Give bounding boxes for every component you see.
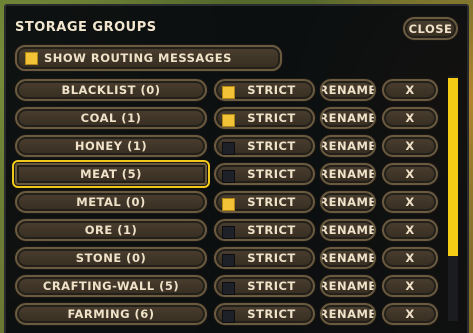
strict-checkbox[interactable] <box>222 170 235 183</box>
group-name-label: CRAFTING-WALL (5) <box>42 279 180 293</box>
strict-checkbox[interactable] <box>222 254 235 267</box>
strict-toggle[interactable]: STRICT <box>214 303 315 325</box>
strict-toggle[interactable]: STRICT <box>214 247 315 269</box>
rename-button[interactable]: RENAME <box>320 135 376 157</box>
strict-toggle[interactable]: STRICT <box>214 191 315 213</box>
routing-label: SHOW ROUTING MESSAGES <box>44 51 232 65</box>
rename-button[interactable]: RENAME <box>320 303 376 325</box>
rename-button[interactable]: RENAME <box>320 191 376 213</box>
strict-toggle[interactable]: STRICT <box>214 107 315 129</box>
strict-label: STRICT <box>247 307 296 321</box>
remove-group-button[interactable]: X <box>382 79 438 101</box>
remove-group-button[interactable]: X <box>382 107 438 129</box>
group-name-label: MEAT (5) <box>80 167 142 181</box>
show-routing-messages-toggle[interactable]: SHOW ROUTING MESSAGES <box>15 45 282 71</box>
rename-button[interactable]: RENAME <box>320 219 376 241</box>
strict-checkbox[interactable] <box>222 282 235 295</box>
group-name-label: BLACKLIST (0) <box>61 83 161 97</box>
routing-checkbox[interactable] <box>25 51 38 65</box>
strict-label: STRICT <box>247 139 296 153</box>
panel-title: STORAGE GROUPS <box>15 20 157 35</box>
strict-checkbox[interactable] <box>222 310 235 323</box>
strict-label: STRICT <box>247 111 296 125</box>
rename-button[interactable]: RENAME <box>320 79 376 101</box>
strict-toggle[interactable]: STRICT <box>214 79 315 101</box>
remove-group-button[interactable]: X <box>382 135 438 157</box>
group-name-button[interactable]: BLACKLIST (0) <box>15 79 207 101</box>
strict-checkbox[interactable] <box>222 142 235 155</box>
group-name-label: COAL (1) <box>80 111 142 125</box>
group-name-label: FARMING (6) <box>67 307 155 321</box>
remove-group-button[interactable]: X <box>382 191 438 213</box>
strict-toggle[interactable]: STRICT <box>214 135 315 157</box>
remove-group-button[interactable]: X <box>382 219 438 241</box>
rename-button[interactable]: RENAME <box>320 247 376 269</box>
strict-checkbox[interactable] <box>222 86 235 99</box>
strict-toggle[interactable]: STRICT <box>214 163 315 185</box>
group-name-label: STONE (0) <box>75 251 147 265</box>
rename-button[interactable]: RENAME <box>320 275 376 297</box>
group-name-button[interactable]: METAL (0) <box>15 191 207 213</box>
remove-group-button[interactable]: X <box>382 163 438 185</box>
group-name-label: HONEY (1) <box>74 139 148 153</box>
group-name-button[interactable]: STONE (0) <box>15 247 207 269</box>
strict-checkbox[interactable] <box>222 198 235 211</box>
strict-checkbox[interactable] <box>222 226 235 239</box>
strict-label: STRICT <box>247 251 296 265</box>
group-name-button[interactable]: HONEY (1) <box>15 135 207 157</box>
remove-group-button[interactable]: X <box>382 247 438 269</box>
strict-label: STRICT <box>247 167 296 181</box>
close-button[interactable]: CLOSE <box>403 17 458 40</box>
strict-label: STRICT <box>247 223 296 237</box>
group-name-button[interactable]: MEAT (5) <box>12 160 210 188</box>
strict-toggle[interactable]: STRICT <box>214 275 315 297</box>
rename-button[interactable]: RENAME <box>320 107 376 129</box>
group-name-button[interactable]: COAL (1) <box>15 107 207 129</box>
remove-group-button[interactable]: X <box>382 275 438 297</box>
strict-label: STRICT <box>247 279 296 293</box>
group-name-button[interactable]: CRAFTING-WALL (5) <box>15 275 207 297</box>
strict-label: STRICT <box>247 195 296 209</box>
group-name-button[interactable]: ORE (1) <box>15 219 207 241</box>
group-name-label: METAL (0) <box>76 195 146 209</box>
group-name-button[interactable]: FARMING (6) <box>15 303 207 325</box>
scrollbar-thumb[interactable] <box>448 78 458 256</box>
strict-checkbox[interactable] <box>222 114 235 127</box>
strict-label: STRICT <box>247 83 296 97</box>
remove-group-button[interactable]: X <box>382 303 438 325</box>
strict-toggle[interactable]: STRICT <box>214 219 315 241</box>
rename-button[interactable]: RENAME <box>320 163 376 185</box>
group-name-label: ORE (1) <box>84 223 138 237</box>
